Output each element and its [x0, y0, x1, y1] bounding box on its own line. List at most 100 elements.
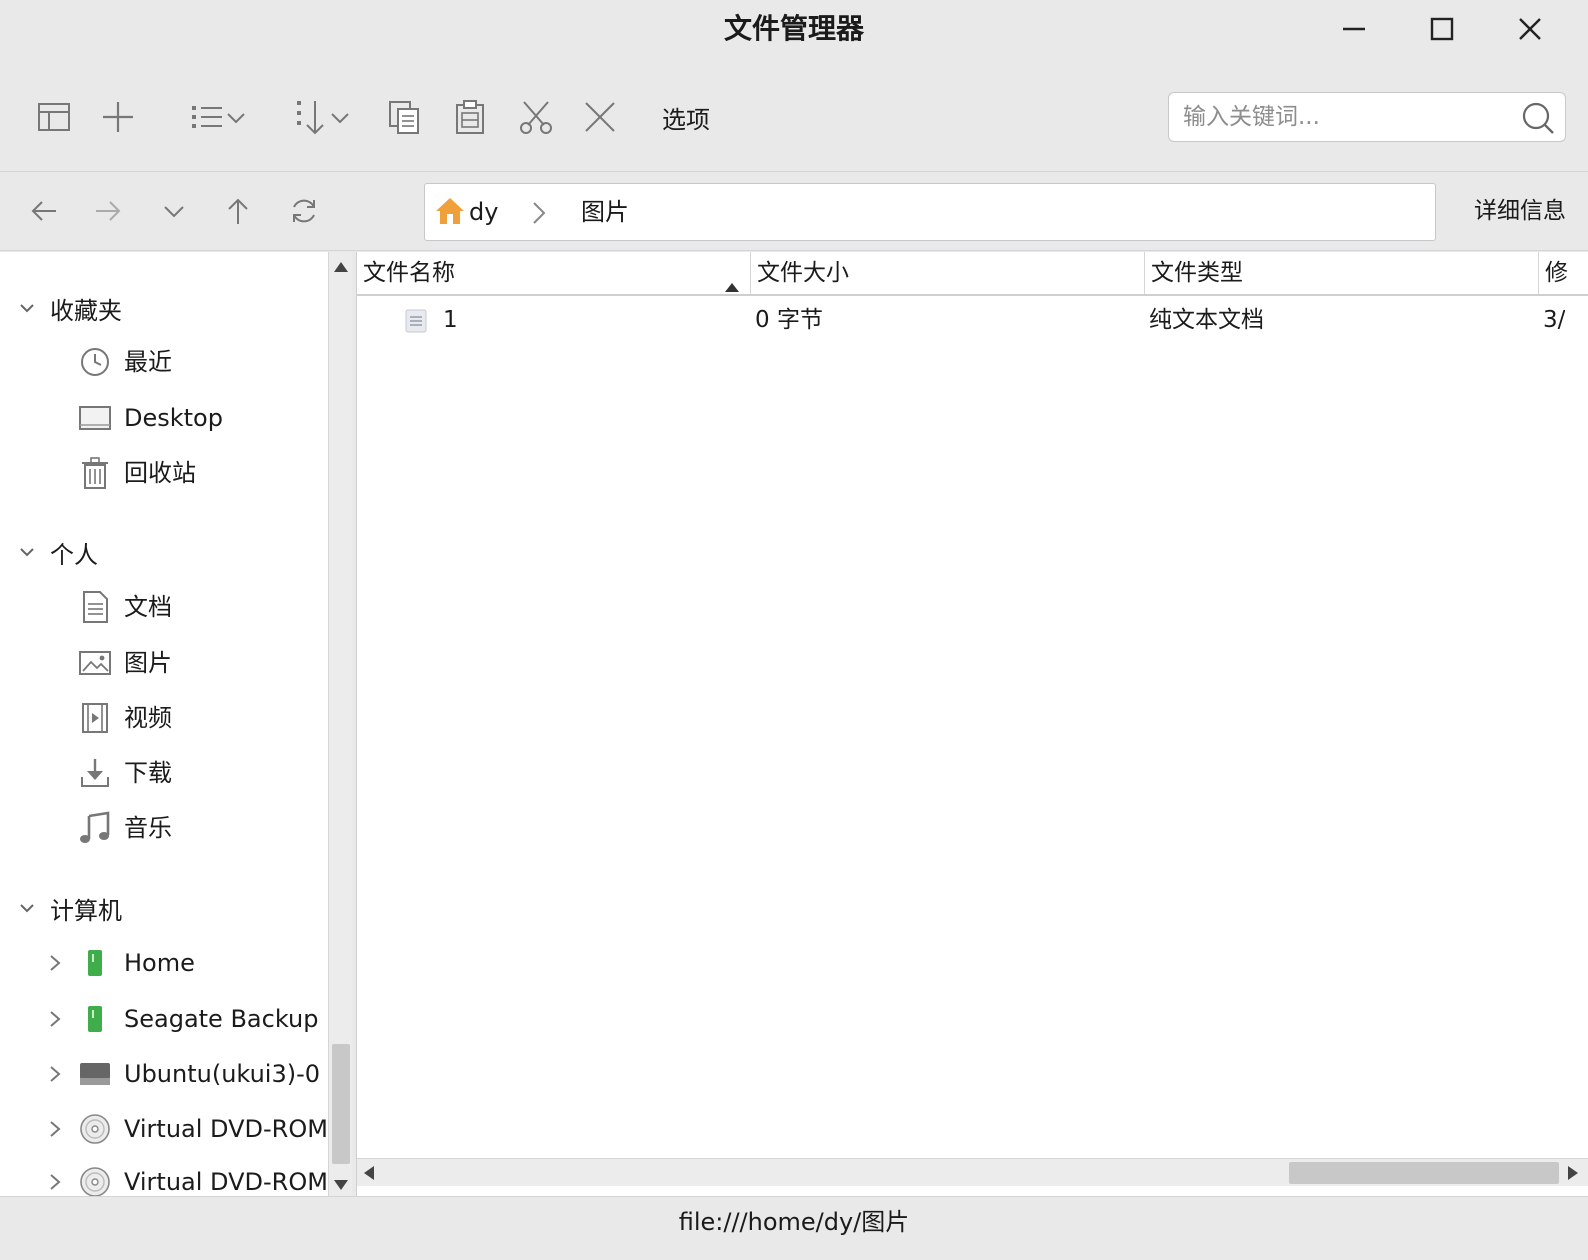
chevron-down-icon: [20, 548, 34, 557]
sidebar-item-home-drive[interactable]: Home: [0, 939, 328, 987]
minimize-button[interactable]: [1332, 8, 1376, 50]
paste-button[interactable]: [448, 92, 492, 142]
usb-drive-icon: [88, 950, 102, 976]
sidebar-item-desktop[interactable]: Desktop: [0, 394, 328, 442]
back-button[interactable]: [22, 189, 66, 233]
sidebar-item-ubuntu-drive[interactable]: Ubuntu(ukui3)-0 S: [0, 1050, 328, 1098]
sidebar-scrollbar[interactable]: [328, 252, 352, 1196]
column-name-header[interactable]: 文件名称: [357, 252, 751, 294]
sidebar-item-documents[interactable]: 文档: [0, 583, 328, 631]
sidebar-item-dvd-rom-2[interactable]: Virtual DVD-ROM [: [0, 1158, 328, 1196]
table-row[interactable]: 1 0 字节 纯文本文档 3/: [357, 298, 1588, 342]
picture-icon: [79, 651, 111, 675]
section-personal[interactable]: 个人: [14, 532, 98, 572]
minimize-icon: [1343, 27, 1365, 31]
breadcrumb-pictures[interactable]: 图片: [581, 184, 629, 240]
arrow-right-icon: [96, 201, 121, 221]
hard-drive-icon: [80, 1063, 110, 1085]
sidebar: 收藏夹 最近 Desktop 回收站 个人 文档 图片 视频 下载 音乐 计算机: [0, 252, 328, 1196]
search-icon: [1522, 102, 1554, 134]
search-input[interactable]: [1183, 101, 1503, 133]
status-bar: file:///home/dy/图片: [0, 1196, 1588, 1246]
search-button[interactable]: [1521, 101, 1555, 139]
arrow-left-icon: [31, 201, 56, 221]
chevron-right-icon: [50, 1011, 61, 1027]
sidebar-item-downloads[interactable]: 下载: [0, 749, 328, 797]
up-button[interactable]: [216, 189, 260, 233]
chevron-down-icon: [227, 113, 245, 124]
forward-button[interactable]: [86, 189, 130, 233]
window-bottom-edge: [0, 1246, 1588, 1260]
history-button[interactable]: [152, 189, 196, 233]
file-modified: 3/: [1543, 307, 1566, 333]
search-box: [1168, 92, 1566, 142]
maximize-button[interactable]: [1420, 8, 1464, 50]
section-computer[interactable]: 计算机: [14, 888, 122, 928]
chevron-down-icon: [331, 113, 349, 124]
close-button[interactable]: [1508, 8, 1552, 50]
expand-button[interactable]: [44, 1117, 66, 1141]
details-button[interactable]: 详细信息: [1474, 189, 1566, 233]
cut-button[interactable]: [514, 92, 558, 142]
section-label: 收藏夹: [50, 296, 122, 325]
expand-button[interactable]: [44, 1062, 66, 1086]
optical-disc-icon: [80, 1167, 110, 1196]
section-favorites[interactable]: 收藏夹: [14, 288, 122, 328]
path-bar[interactable]: dy 图片: [424, 183, 1436, 241]
usb-drive-icon: [88, 1006, 102, 1032]
scroll-up-arrow-icon[interactable]: [333, 258, 349, 277]
current-path-text: file:///home/dy/图片: [678, 1208, 910, 1236]
horizontal-scrollbar[interactable]: [357, 1158, 1588, 1186]
paste-icon: [456, 100, 484, 134]
sort-button[interactable]: [284, 92, 360, 142]
chevron-right-icon: [50, 1174, 61, 1190]
title-bar: 文件管理器: [0, 0, 1588, 58]
plus-icon: [103, 102, 133, 132]
sidebar-scroll-thumb[interactable]: [332, 1044, 350, 1164]
scroll-right-arrow-icon[interactable]: [1567, 1165, 1579, 1185]
sidebar-item-dvd-rom-1[interactable]: Virtual DVD-ROM [: [0, 1105, 328, 1153]
copy-icon: [389, 101, 419, 134]
chevron-down-icon: [20, 304, 34, 313]
options-button[interactable]: 选项: [656, 92, 716, 142]
breadcrumb-dy[interactable]: dy: [469, 184, 498, 240]
sidebar-item-pictures[interactable]: 图片: [0, 639, 328, 687]
sidebar-item-seagate-drive[interactable]: Seagate Backup Pl: [0, 995, 328, 1043]
download-icon: [81, 759, 109, 787]
sidebar-item-music[interactable]: 音乐: [0, 804, 328, 852]
section-label: 个人: [50, 540, 98, 569]
scroll-left-arrow-icon[interactable]: [363, 1165, 375, 1185]
sidebar-item-videos[interactable]: 视频: [0, 694, 328, 742]
new-tab-button[interactable]: [96, 92, 140, 142]
window-layout-icon: [38, 103, 70, 131]
file-type: 纯文本文档: [1149, 307, 1264, 333]
optical-disc-icon: [80, 1114, 110, 1144]
chevron-down-icon: [164, 206, 184, 218]
column-modified-header[interactable]: 修: [1539, 252, 1588, 294]
sort-icon: [297, 101, 324, 135]
view-mode-button[interactable]: [180, 92, 256, 142]
horizontal-scroll-thumb[interactable]: [1289, 1162, 1559, 1184]
file-name: 1: [443, 307, 458, 333]
trash-icon: [82, 457, 108, 489]
expand-button[interactable]: [44, 1007, 66, 1031]
expand-button[interactable]: [44, 951, 66, 975]
expand-button[interactable]: [44, 1170, 66, 1194]
document-icon: [83, 591, 108, 623]
sidebar-item-trash[interactable]: 回收站: [0, 449, 328, 497]
column-size-header[interactable]: 文件大小: [751, 252, 1145, 294]
delete-x-icon: [585, 102, 615, 132]
column-type-header[interactable]: 文件类型: [1145, 252, 1539, 294]
scroll-down-arrow-icon[interactable]: [333, 1176, 349, 1195]
file-list-pane: 文件名称 文件大小 文件类型 修 1 0 字节 纯文本文档 3/: [356, 252, 1588, 1196]
sidebar-item-recent[interactable]: 最近: [0, 338, 328, 386]
new-window-button[interactable]: [32, 92, 76, 142]
delete-button[interactable]: [578, 92, 622, 142]
video-icon: [82, 703, 108, 733]
refresh-button[interactable]: [282, 189, 326, 233]
column-header: 文件名称 文件大小 文件类型 修: [357, 252, 1588, 296]
clock-icon: [81, 348, 109, 376]
sort-ascending-icon: [724, 266, 740, 294]
chevron-right-icon: [50, 955, 61, 971]
copy-button[interactable]: [382, 92, 426, 142]
